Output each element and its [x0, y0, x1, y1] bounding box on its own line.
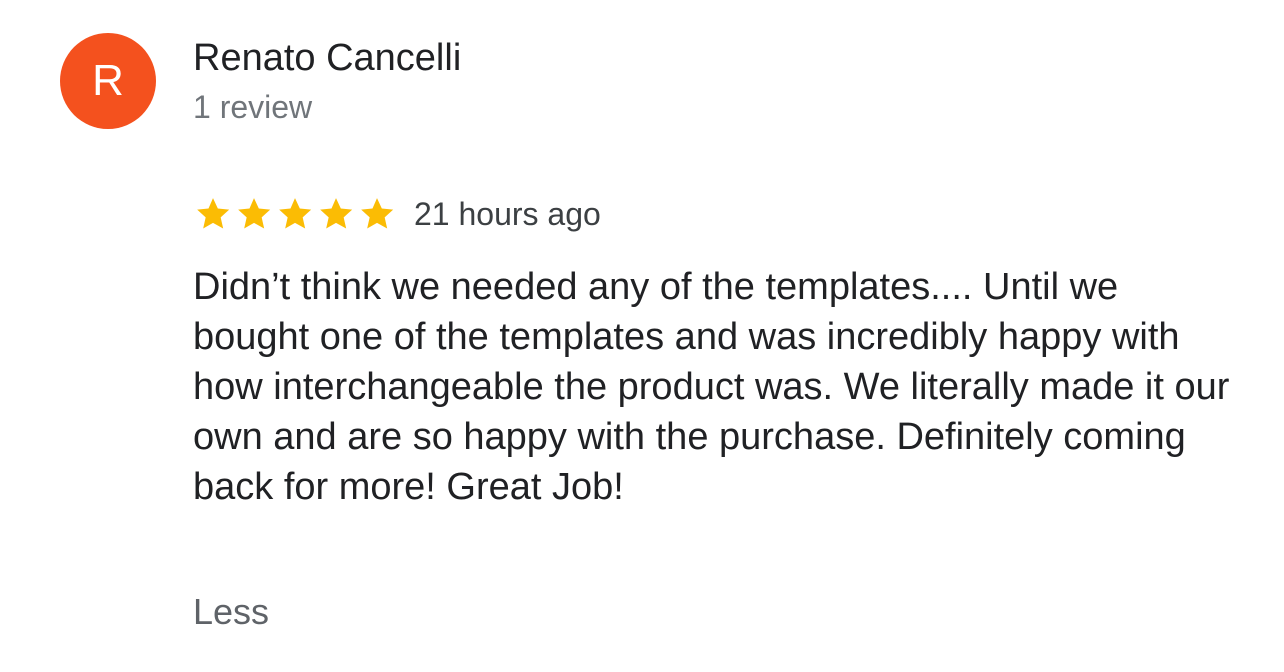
- star-icon: [320, 198, 353, 229]
- avatar-initial: R: [92, 56, 124, 105]
- star-icon: [361, 198, 394, 229]
- review-timestamp: 21 hours ago: [414, 196, 601, 232]
- rating-row: 21 hours ago: [193, 193, 601, 235]
- review-text: Didn’t think we needed any of the templa…: [193, 266, 1230, 508]
- star-icon: [238, 198, 271, 229]
- less-button[interactable]: Less: [193, 590, 269, 634]
- star-rating: [193, 194, 398, 234]
- review-count: 1 review: [193, 89, 313, 125]
- reviewer-name[interactable]: Renato Cancelli: [193, 36, 461, 80]
- star-icon: [279, 198, 312, 229]
- star-icon: [197, 198, 230, 229]
- avatar[interactable]: R: [60, 33, 156, 129]
- review-card: R Renato Cancelli 1 review 21 hours ago …: [0, 0, 1284, 672]
